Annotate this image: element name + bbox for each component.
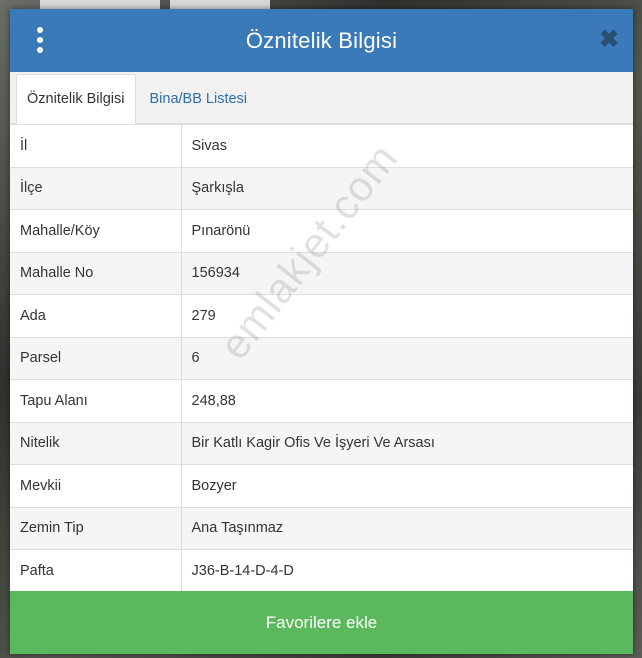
attribute-key: Parsel — [10, 336, 182, 380]
table-row: Ada 279 — [10, 294, 633, 337]
attribute-key: Pafta — [10, 549, 182, 592]
map-patch — [170, 0, 270, 9]
attribute-table: İl Sivas İlçe Şarkışla Mahalle/Köy Pınarönü Ma… — [10, 124, 633, 592]
map-patch — [40, 0, 160, 9]
menu-dot — [37, 47, 43, 53]
attribute-value: Sivas — [181, 124, 633, 167]
attribute-key: İl — [10, 124, 182, 167]
vertical-ellipsis-icon[interactable] — [36, 27, 44, 53]
attribute-info-dialog: Öznitelik Bilgisi ✖ Öznitelik Bilgisi Bi… — [10, 9, 633, 654]
close-icon[interactable]: ✖ — [599, 26, 619, 54]
table-row: Mevkii Bozyer — [10, 464, 633, 507]
table-row: Pafta J36-B-14-D-4-D — [10, 549, 633, 592]
table-row: Mahalle No 156934 — [10, 251, 633, 295]
tabs-bar: Öznitelik Bilgisi Bina/BB Listesi — [10, 72, 633, 124]
attribute-key: Mahalle No — [10, 251, 182, 295]
table-row: Mahalle/Köy Pınarönü — [10, 209, 633, 252]
tab-building-list[interactable]: Bina/BB Listesi — [136, 74, 258, 123]
attribute-key: Nitelik — [10, 421, 182, 465]
attribute-key: Tapu Alanı — [10, 379, 182, 422]
menu-dot — [37, 37, 43, 43]
attribute-value: 156934 — [181, 251, 633, 295]
menu-dot — [37, 27, 43, 33]
table-row: Parsel 6 — [10, 336, 633, 380]
attribute-key: Ada — [10, 294, 182, 337]
table-row: Zemin Tip Ana Taşınmaz — [10, 506, 633, 550]
attribute-value: 6 — [181, 336, 633, 380]
attribute-value: J36-B-14-D-4-D — [181, 549, 633, 592]
attribute-value: Bozyer — [181, 464, 633, 507]
dialog-header: Öznitelik Bilgisi ✖ — [10, 9, 633, 72]
attribute-key: Mevkii — [10, 464, 182, 507]
add-to-favorites-button[interactable]: Favorilere ekle — [10, 591, 633, 654]
attribute-key: Zemin Tip — [10, 506, 182, 550]
attribute-value: 279 — [181, 294, 633, 337]
table-row: Nitelik Bir Katlı Kagir Ofis Ve İşyeri Ve… — [10, 421, 633, 465]
table-row: Tapu Alanı 248,88 — [10, 379, 633, 422]
tab-attribute-info[interactable]: Öznitelik Bilgisi — [16, 74, 136, 124]
attribute-key: İlçe — [10, 166, 182, 210]
attribute-value: Pınarönü — [181, 209, 633, 252]
attribute-value: Bir Katlı Kagir Ofis Ve İşyeri Ve Arsası — [181, 421, 633, 465]
attribute-value: Ana Taşınmaz — [181, 506, 633, 550]
attribute-value: Şarkışla — [181, 166, 633, 210]
dialog-title: Öznitelik Bilgisi — [245, 27, 398, 53]
attribute-key: Mahalle/Köy — [10, 209, 182, 252]
table-row: İlçe Şarkışla — [10, 166, 633, 210]
attribute-value: 248,88 — [181, 379, 633, 422]
table-row: İl Sivas — [10, 124, 633, 167]
